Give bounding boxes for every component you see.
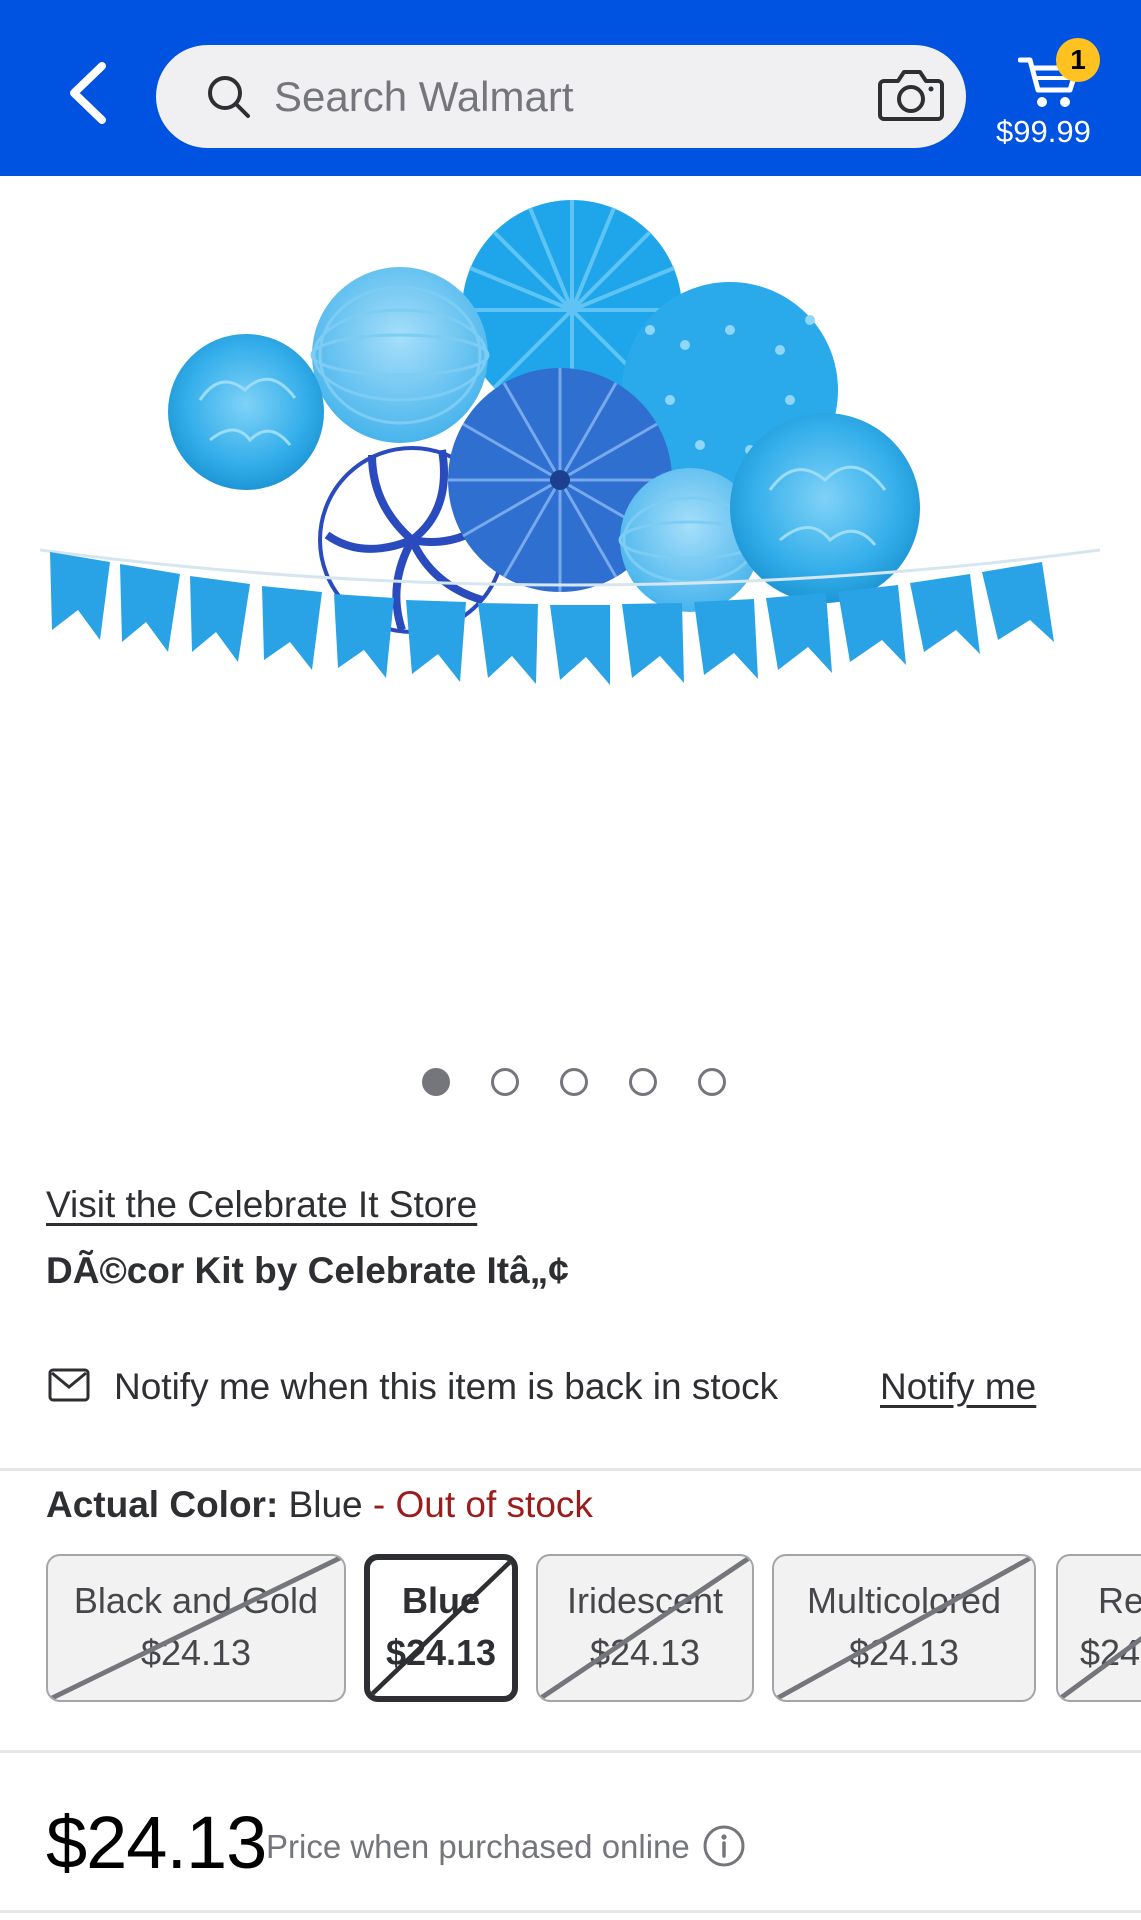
divider (0, 1468, 1141, 1471)
back-button[interactable] (60, 58, 120, 128)
product-price: $24.13 (46, 1801, 267, 1884)
notify-message: Notify me when this item is back in stoc… (114, 1366, 779, 1407)
swatch-blue[interactable]: Blue $24.13 (364, 1554, 518, 1702)
unavailable-strike (370, 1560, 512, 1696)
unavailable-strike (774, 1556, 1034, 1700)
mail-icon (48, 1368, 90, 1402)
carousel-pagination (0, 1068, 1141, 1098)
product-title: DÃ©cor Kit by Celebrate Itâ„¢ (46, 1250, 569, 1291)
actual-color-title: Actual Color: (46, 1484, 279, 1525)
notify-me-link[interactable]: Notify me (880, 1366, 1036, 1408)
back-arrow-icon (70, 62, 106, 124)
notify-row: Notify me when this item is back in stoc… (46, 1360, 1106, 1420)
actual-color-value: Blue (278, 1484, 363, 1525)
carousel-dot-1[interactable] (422, 1068, 450, 1096)
store-link[interactable]: Visit the Celebrate It Store (46, 1184, 477, 1226)
divider (0, 1750, 1141, 1753)
unavailable-strike (538, 1556, 752, 1700)
swatch-red-partial[interactable]: Re $24 (1056, 1554, 1141, 1702)
carousel-dot-2[interactable] (491, 1068, 519, 1096)
camera-icon[interactable] (878, 65, 944, 125)
actual-color-label: Actual Color: Blue - Out of stock (46, 1484, 593, 1526)
cart-total: $99.99 (996, 114, 1091, 149)
carousel-dot-5[interactable] (698, 1068, 726, 1096)
top-app-bar: Search Walmart 1 $99.99 (0, 0, 1141, 176)
carousel-dot-4[interactable] (629, 1068, 657, 1096)
price-row: $24.13 Price when purchased online (46, 1800, 1106, 1890)
search-icon (208, 76, 250, 118)
swatch-black-and-gold[interactable]: Black and Gold $24.13 (46, 1554, 346, 1702)
product-image[interactable] (40, 190, 1100, 790)
unavailable-strike (1058, 1635, 1141, 1700)
swatch-iridescent[interactable]: Iridescent $24.13 (536, 1554, 754, 1702)
divider (0, 1910, 1141, 1913)
price-note: Price when purchased online (266, 1828, 690, 1865)
stock-status: - Out of stock (362, 1484, 593, 1525)
search-bar[interactable]: Search Walmart (156, 45, 966, 148)
swatch-multicolored[interactable]: Multicolored $24.13 (772, 1554, 1036, 1702)
carousel-dot-3[interactable] (560, 1068, 588, 1096)
search-input[interactable]: Search Walmart (274, 69, 574, 125)
unavailable-strike (48, 1556, 344, 1700)
color-swatch-list: Black and Gold $24.13 Blue $24.13 Irides… (46, 1554, 1141, 1702)
cart-button[interactable]: 1 $99.99 (990, 38, 1130, 158)
info-icon[interactable] (702, 1824, 746, 1868)
cart-count-badge: 1 (1056, 38, 1100, 82)
